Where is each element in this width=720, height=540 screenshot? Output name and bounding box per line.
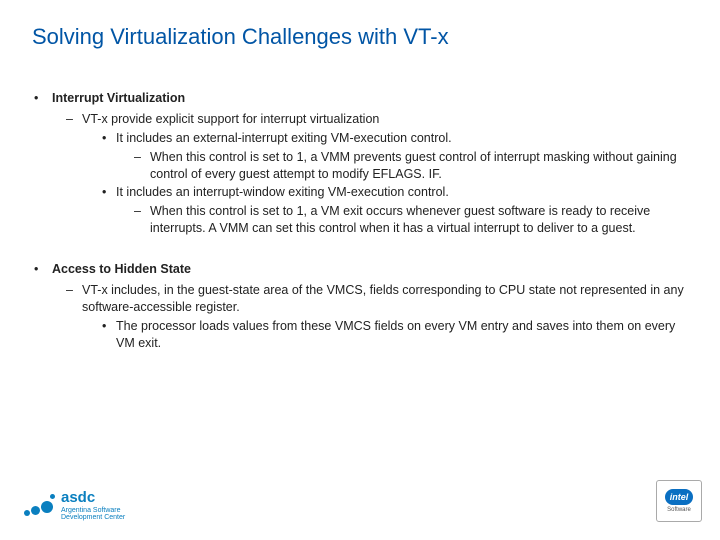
section-1-detail-b: When this control is set to 1, a VM exit… bbox=[32, 203, 688, 237]
intel-logo: intel Software bbox=[656, 480, 702, 522]
asdc-name: asdc bbox=[61, 490, 125, 507]
section-1-detail-a: When this control is set to 1, a VMM pre… bbox=[32, 149, 688, 183]
section-1-point-a: It includes an external-interrupt exitin… bbox=[32, 130, 688, 147]
asdc-logo: asdc Argentina Software Development Cent… bbox=[24, 490, 125, 522]
section-2-heading: Access to Hidden State bbox=[52, 262, 191, 276]
asdc-sub1: Argentina Software bbox=[61, 507, 125, 515]
section-1-point-b: It includes an interrupt-window exiting … bbox=[32, 184, 688, 201]
asdc-sub2: Development Center bbox=[61, 514, 125, 522]
intel-sub: Software bbox=[667, 507, 691, 513]
slide-title: Solving Virtualization Challenges with V… bbox=[32, 24, 688, 50]
section-1-heading: Interrupt Virtualization bbox=[52, 91, 185, 105]
section-1-sub: VT-x provide explicit support for interr… bbox=[32, 111, 688, 128]
slide-content: Interrupt Virtualization VT-x provide ex… bbox=[32, 90, 688, 351]
bullet-section-2: Access to Hidden State bbox=[32, 261, 688, 278]
bullet-section-1: Interrupt Virtualization bbox=[32, 90, 688, 107]
intel-chip-icon: intel bbox=[665, 489, 693, 505]
asdc-mark-icon bbox=[24, 492, 56, 520]
section-2-sub: VT-x includes, in the guest-state area o… bbox=[32, 282, 688, 316]
section-2-point: The processor loads values from these VM… bbox=[32, 318, 688, 352]
